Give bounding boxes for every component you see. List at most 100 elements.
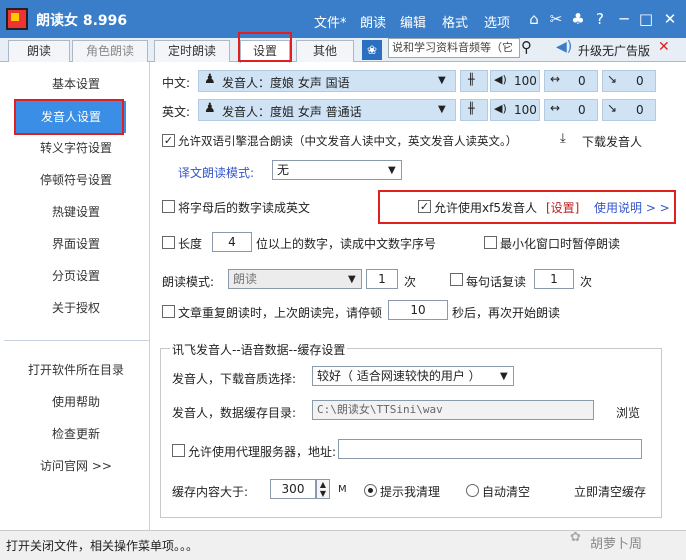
sidebar-link-help[interactable]: 使用帮助 [4,391,148,413]
repeat-article-checkbox[interactable] [162,305,175,318]
clear-cache-button[interactable]: 立即清空缓存 [574,483,646,500]
tab-other[interactable]: 其他 [296,40,354,62]
zh-speed-value: 0 [578,74,586,88]
search-icon[interactable]: ⚲ [521,38,532,56]
person-icon: ♟ [204,72,216,87]
app-title: 朗读女 8.996 [36,13,128,29]
pause-seconds-input[interactable]: 10 [388,300,448,320]
browse-button[interactable]: 浏览 [616,404,640,421]
chevron-down-icon[interactable]: ▼ [438,75,446,86]
proxy-checkbox[interactable] [172,444,185,457]
prompt-clean-radio[interactable] [364,484,377,497]
letters-digits-label: 将字母后的数字读成英文 [178,201,311,215]
minimize-icon[interactable]: ─ [614,9,634,29]
sidebar-item-license[interactable]: 关于授权 [4,297,148,319]
proxy-label: 允许使用代理服务器，地址: [188,445,337,459]
sidebar-item-ui[interactable]: 界面设置 [4,233,148,255]
xf-allow-label: 允许使用xf5发音人 [434,201,537,215]
search-input[interactable]: 说和学习资料音频等（它 [388,38,520,58]
chevron-down-icon[interactable]: ▼ [348,274,356,285]
cache-size-spinner[interactable]: ▲ ▼ [316,479,330,499]
tools-icon[interactable]: ✂ [546,9,566,29]
xf-settings-link[interactable]: [设置] [546,199,579,216]
menu-options[interactable]: 选项 [484,12,510,31]
sidebar-item-pause-symbols[interactable]: 停顿符号设置 [4,169,148,191]
close-ad-icon[interactable]: ✕ [658,39,670,55]
sidebar-item-escape[interactable]: 转义字符设置 [4,137,148,159]
maximize-icon[interactable]: □ [636,9,656,29]
zh-pitch-value: 0 [636,74,644,88]
read-times-input[interactable]: 1 [366,269,398,289]
mix-allow-label: 允许双语引擎混合朗读（中文发音人读中文，英文发音人读英文。） [178,134,518,148]
proxy-address-input[interactable] [338,439,642,459]
quality-select[interactable]: 较好（ 适合网速较快的用户 ） [312,366,514,386]
cache-size-unit: M [338,484,347,495]
menu-file[interactable]: 文件* [314,12,347,31]
chevron-down-icon[interactable]: ▼ [438,104,446,115]
download-icon[interactable]: ⤓ [560,131,566,146]
person-icon: ♟ [204,101,216,116]
tab-timed-read[interactable]: 定时朗读 [154,40,230,62]
letters-digits-checkbox[interactable] [162,200,175,213]
tab-highlight-box [238,32,292,62]
sidebar-link-update[interactable]: 检查更新 [4,423,148,445]
translate-mode-label: 译文朗读模式: [178,166,255,180]
repeat-times-unit: 次 [580,275,593,289]
menu-format[interactable]: 格式 [442,12,468,31]
length-checkbox[interactable] [162,236,175,249]
tuning-icon: ╫ [468,73,475,86]
volume-icon: ◀) [494,73,507,86]
sidebar-link-website[interactable]: 访问官网 >> [4,455,148,477]
watermark-icon: ✿ [570,530,581,545]
skin-icon[interactable]: ♣ [568,9,588,29]
tab-role-read[interactable]: 角色朗读 [72,40,148,62]
minimize-pause-label: 最小化窗口时暂停朗读 [500,237,621,251]
en-speed-value: 0 [578,103,586,117]
repeat-times-input[interactable]: 1 [534,269,574,289]
volume-icon: ◀) [494,102,507,115]
close-icon[interactable]: ✕ [660,9,680,29]
help-icon[interactable]: ? [590,9,610,29]
cache-dir-label: 发音人，数据缓存目录: [172,406,297,420]
read-mode-select[interactable]: 朗读 [228,269,362,289]
repeat-article-label: 文章重复朗读时，上次朗读完，请停顿 [178,306,383,320]
prompt-clean-label: 提示我清理 [380,485,441,499]
en-pitch-value: 0 [636,103,644,117]
xf-help-link[interactable]: 使用说明 > > [594,199,670,216]
cache-group-title: 讯飞发音人--语音数据--缓存设置 [170,341,348,358]
app-logo-icon [6,8,28,30]
zh-label: 中文: [162,76,191,90]
home-icon[interactable]: ⌂ [524,9,544,29]
speed-icon: ↔ [550,101,561,115]
xf-allow-checkbox[interactable]: ✓ [418,200,431,213]
tab-read[interactable]: 朗读 [8,40,70,62]
watermark-text: 胡萝卜周 [590,537,643,552]
minimize-pause-checkbox[interactable] [484,236,497,249]
pitch-icon: ↘ [607,101,618,115]
sidebar-divider [4,340,149,341]
sidebar-item-paging[interactable]: 分页设置 [4,265,148,287]
auto-clean-label: 自动清空 [482,485,531,499]
translate-mode-select[interactable]: 无 [272,160,402,180]
menu-read[interactable]: 朗读 [360,12,386,31]
zh-volume-value: 100 [514,74,537,88]
paw-icon[interactable]: ❀ [362,40,382,60]
sidebar-item-basic[interactable]: 基本设置 [4,73,148,95]
sidebar-link-open-dir[interactable]: 打开软件所在目录 [4,359,148,381]
quality-label: 发音人，下载音质选择: [172,372,297,386]
sidebar-item-hotkeys[interactable]: 热键设置 [4,201,148,223]
zh-voice-value: 发音人：度娘 女声 国语 [222,76,350,90]
length-input[interactable]: 4 [212,232,252,252]
pause-suffix: 秒后，再次开始朗读 [452,306,561,320]
repeat-each-checkbox[interactable] [450,273,463,286]
repeat-each-label: 每句话复读 [466,275,527,289]
cache-dir-input[interactable]: C:\朗读女\TTSini\wav [312,400,594,420]
menu-edit[interactable]: 编辑 [400,12,426,31]
cache-size-input[interactable]: 300 [270,479,316,499]
auto-clean-radio[interactable] [466,484,479,497]
mix-allow-checkbox[interactable]: ✓ [162,134,175,147]
upgrade-link[interactable]: 升级无广告版 [578,42,650,59]
chevron-down-icon[interactable]: ▼ [388,165,396,176]
chevron-down-icon[interactable]: ▼ [500,371,508,382]
download-voice-button[interactable]: 下载发音人 [582,133,642,150]
